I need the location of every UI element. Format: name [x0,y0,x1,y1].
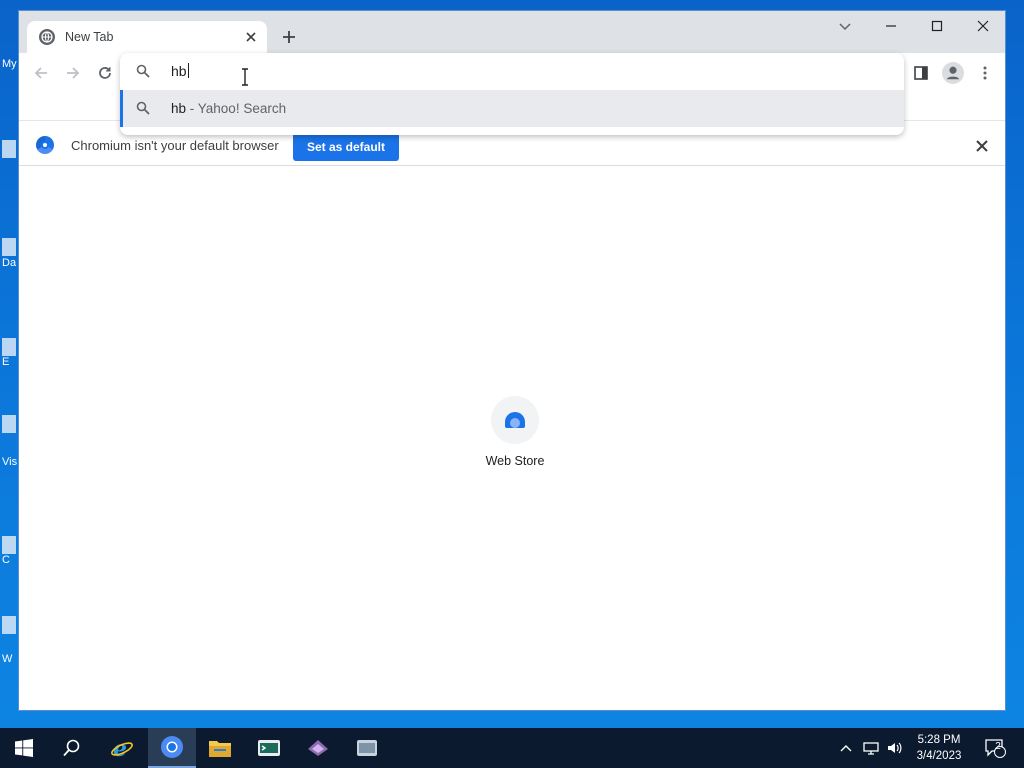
avatar-icon [942,62,964,84]
search-icon [136,64,150,78]
desktop-icon-label[interactable]: Da [2,257,18,269]
tab-title: New Tab [65,30,114,44]
reload-button[interactable] [91,59,119,87]
tab-search-button[interactable] [822,11,868,41]
suggestion-text: hb - Yahoo! Search [171,101,286,116]
suggestion-engine: - Yahoo! Search [186,101,287,116]
taskbar-chromium[interactable] [148,728,196,768]
clock-time: 5:28 PM [917,734,961,746]
infobar-message: Chromium isn't your default browser [71,138,279,153]
taskbar-file-explorer[interactable] [196,728,244,768]
web-store-icon [505,412,525,428]
taskbar-internet-explorer[interactable]: e [98,728,146,768]
notification-count: 2 [995,741,1001,752]
search-icon [63,739,80,757]
maximize-button[interactable] [914,11,960,41]
kebab-menu-icon [983,66,987,80]
taskbar-search-button[interactable] [48,728,96,768]
shortcut-label: Web Store [485,454,545,468]
desktop-icon-label[interactable]: C [2,554,18,566]
new-tab-button[interactable] [277,25,301,49]
suggestion-query: hb [171,101,187,116]
desktop-icon-label[interactable]: Vis [2,456,18,468]
address-input[interactable]: hb [171,63,189,79]
internet-explorer-icon: e [111,736,133,760]
text-caret [187,63,189,78]
omnibox-popup: hb hb - Yahoo! Search [120,53,904,135]
search-icon [136,101,150,115]
network-button[interactable] [860,728,882,768]
desktop-icon[interactable] [2,616,16,634]
terminal-app-icon [258,740,280,756]
start-button[interactable] [0,728,48,768]
close-icon [977,20,989,32]
clock-date: 3/4/2023 [916,750,962,762]
taskbar-app-6[interactable] [294,728,342,768]
side-panel-button[interactable] [907,59,935,87]
taskbar-app-7[interactable] [343,728,391,768]
minimize-icon [886,25,896,27]
desktop-icon[interactable] [2,415,16,433]
network-icon [863,742,879,755]
taskbar-clock[interactable]: 5:28 PM 3/4/2023 [900,732,978,764]
desktop-icon-label[interactable]: E [2,356,18,368]
tab-close-icon[interactable] [241,27,261,47]
tab-new-tab[interactable]: New Tab [27,21,267,53]
chromium-logo-icon [36,136,54,154]
arrow-right-icon [67,67,80,79]
reload-icon [99,67,111,79]
windows-logo-icon [15,739,33,757]
desktop-icon[interactable] [2,140,16,158]
maximize-icon [931,20,943,32]
infobar-close-icon[interactable] [973,137,991,155]
taskbar-app-5[interactable] [245,728,293,768]
text-cursor-icon [242,68,248,86]
shortcut-tile[interactable] [491,396,539,444]
title-bar: New Tab [19,11,1005,53]
app-6-icon [308,740,328,756]
address-input-text: hb [171,63,187,79]
forward-button[interactable] [59,59,87,87]
profile-button[interactable] [939,59,967,87]
menu-button[interactable] [971,59,999,87]
desktop-icon-label[interactable]: My [2,58,18,70]
side-panel-icon [914,66,928,80]
tray-overflow-button[interactable] [836,728,856,768]
app-7-icon [357,740,377,756]
chevron-up-icon [840,745,852,752]
omnibox-suggestion[interactable]: hb - Yahoo! Search [120,90,904,127]
back-button[interactable] [27,59,55,87]
desktop-icon-label[interactable]: W [2,653,18,665]
set-as-default-button[interactable]: Set as default [293,133,399,161]
close-window-button[interactable] [960,11,1006,41]
desktop-icon[interactable] [2,338,16,356]
address-bar[interactable]: hb [120,53,904,89]
desktop-icon[interactable] [2,238,16,256]
minimize-button[interactable] [868,11,914,41]
globe-icon [39,29,55,45]
taskbar: e 5:28 PM 3/4/2023 2 [0,728,1024,768]
desktop-icon[interactable] [2,536,16,554]
chevron-down-icon [839,23,851,31]
arrow-left-icon [34,67,47,79]
action-center-button[interactable]: 2 [980,728,1010,768]
folder-icon [209,741,231,757]
shortcut-web-store[interactable]: Web Store [479,396,551,468]
chromium-icon [161,736,183,758]
